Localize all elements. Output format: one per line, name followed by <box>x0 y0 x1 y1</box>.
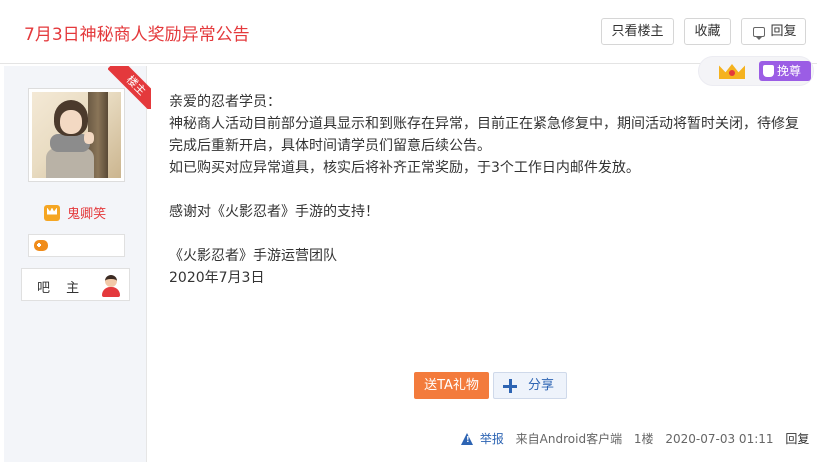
post-line: 感谢对《火影忍者》手游的支持！ <box>169 204 379 220</box>
post-meta: 举报 来自Android客户端 1楼 2020-07-03 01:11 回复 <box>461 428 809 448</box>
floor-number: 1楼 <box>633 431 654 446</box>
post-line <box>169 223 799 245</box>
gamepad-icon <box>34 240 48 251</box>
thread-header: 7月3日神秘商人奖励异常公告 只看楼主 收藏 回复 <box>0 0 817 64</box>
game-badge-box[interactable] <box>28 234 125 257</box>
post-line: 如已购买对应异常道具，核实后将补齐正常奖励，于3个工作日内邮件发放。 <box>169 160 640 176</box>
post-line: 亲爱的忍者学员： <box>169 94 281 110</box>
thread-title: 7月3日神秘商人奖励异常公告 <box>24 25 250 45</box>
post-source: 来自Android客户端 <box>515 431 623 446</box>
only-author-button[interactable]: 只看楼主 <box>601 18 674 45</box>
post-line: 2020年7月3日 <box>169 270 265 286</box>
crown-icon <box>719 59 745 81</box>
vip-crown-icon <box>44 204 60 221</box>
warning-icon <box>461 432 474 445</box>
post-line: 《火影忍者》手游运营团队 <box>169 248 337 264</box>
share-label: 分享 <box>528 378 555 393</box>
user-icon <box>99 273 123 297</box>
hand-icon <box>763 65 774 77</box>
plus-icon <box>503 379 517 393</box>
role-badge[interactable]: 吧 主 <box>21 268 130 301</box>
avatar-photo <box>32 92 121 178</box>
avatar[interactable] <box>28 88 125 182</box>
send-gift-button[interactable]: 送TA礼物 <box>414 372 489 399</box>
reply-button[interactable]: 回复 <box>741 18 806 45</box>
author-name-row[interactable]: 鬼卿笑 <box>44 203 106 222</box>
wanzun-tag[interactable]: 挽尊 <box>759 61 811 81</box>
post-content: 亲爱的忍者学员： 神秘商人活动目前部分道具显示和到账存在异常，目前正在紧急修复中… <box>169 91 799 289</box>
reply-icon <box>753 27 765 40</box>
author-sidebar: 楼主 鬼卿笑 吧 主 <box>4 66 151 462</box>
post-time: 2020-07-03 01:11 <box>665 431 774 446</box>
post-line <box>169 179 799 201</box>
favorite-button[interactable]: 收藏 <box>684 18 731 45</box>
reply-button-label: 回复 <box>770 24 797 39</box>
post-reply-link[interactable]: 回复 <box>785 429 809 449</box>
role-label: 吧 主 <box>37 281 86 296</box>
share-button[interactable]: 分享 <box>493 372 567 399</box>
vip-badge[interactable]: 挽尊 <box>698 56 814 86</box>
report-link[interactable]: 举报 <box>480 429 504 449</box>
wanzun-label: 挽尊 <box>777 64 802 78</box>
author-name[interactable]: 鬼卿笑 <box>67 203 106 222</box>
post-line: 神秘商人活动目前部分道具显示和到账存在异常，目前正在紧急修复中，期间活动将暂时关… <box>169 116 799 154</box>
